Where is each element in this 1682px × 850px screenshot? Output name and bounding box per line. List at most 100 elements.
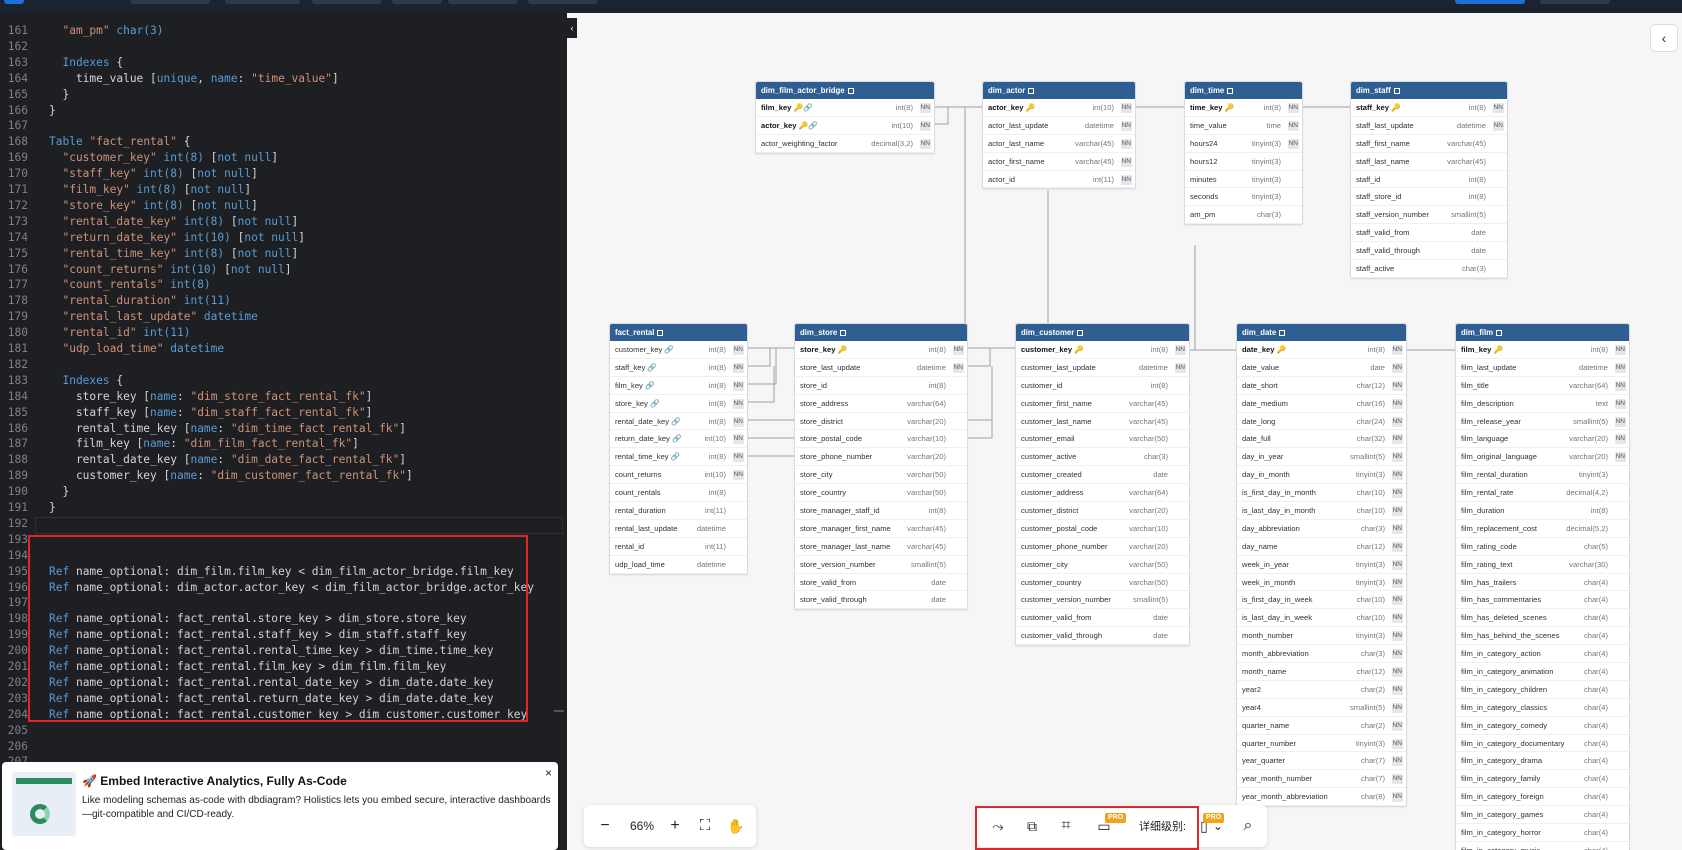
field-row[interactable]: staff_store_id int(8) NN [1351, 188, 1507, 207]
field-row[interactable]: store_valid_from date NN [795, 574, 967, 592]
field-row[interactable]: staff_active char(3) NN [1351, 260, 1507, 278]
field-row[interactable]: year2 char(2) NN [1237, 681, 1406, 699]
field-row[interactable]: is_first_day_in_week char(10) NN [1237, 591, 1406, 610]
field-row[interactable]: date_short char(12) NN [1237, 377, 1406, 395]
table-dim-time[interactable]: dim_time time_key 🔑 int(8) NN time_value time… [1184, 81, 1303, 226]
code-editor[interactable]: 161 "am_pm" char(3) 162 163 Indexes {164 t… [0, 13, 567, 850]
search-icon[interactable]: ⌕ [1237, 816, 1259, 836]
field-row[interactable]: film_in_category_horror char(4) NN [1456, 824, 1629, 842]
field-row[interactable]: quarter_name char(2) NN [1237, 717, 1406, 735]
field-row[interactable]: store_address varchar(64) NN [795, 395, 967, 413]
field-row[interactable]: customer_last_name varchar(45) NN [1016, 413, 1189, 431]
field-row[interactable]: month_name char(12) NN [1237, 663, 1406, 681]
field-row[interactable]: film_description text NN [1456, 395, 1629, 413]
field-row[interactable]: store_version_number smallint(5) NN [795, 556, 967, 574]
field-row[interactable]: actor_first_name varchar(45) NN [983, 153, 1135, 171]
field-row[interactable]: film_in_category_action char(4) NN [1456, 645, 1629, 664]
field-row[interactable]: store_key 🔑 int(8) NN [795, 341, 967, 359]
field-row[interactable]: film_rental_rate decimal(4,2) NN [1456, 484, 1629, 503]
field-row[interactable]: film_in_category_foreign char(4) NN [1456, 788, 1629, 807]
field-row[interactable]: customer_city varchar(50) NN [1016, 556, 1189, 574]
note-icon[interactable] [1279, 330, 1286, 336]
field-row[interactable]: film_in_category_comedy char(4) NN [1456, 717, 1629, 735]
field-row[interactable]: store_postal_code varchar(10) NN [795, 430, 967, 449]
field-row[interactable]: film_title varchar(64) NN [1456, 377, 1629, 395]
note-icon[interactable] [847, 88, 854, 94]
field-row[interactable]: count_rentals int(8) NN [610, 484, 747, 503]
zoom-out-button[interactable]: − [594, 816, 616, 836]
field-row[interactable]: film_replacement_cost decimal(5,2) NN [1456, 520, 1629, 538]
field-row[interactable]: staff_id int(8) NN [1351, 171, 1507, 189]
field-row[interactable]: customer_email varchar(50) NN [1016, 430, 1189, 449]
field-row[interactable]: year_month_number char(7) NN [1237, 770, 1406, 789]
close-icon[interactable]: × [545, 766, 552, 780]
field-row[interactable]: film_has_trailers char(4) NN [1456, 574, 1629, 592]
field-row[interactable]: date_medium char(16) NN [1237, 395, 1406, 413]
table-header[interactable]: dim_film [1456, 324, 1629, 341]
field-row[interactable]: customer_key 🔗 int(8) NN [610, 341, 747, 359]
field-row[interactable]: month_number tinyint(3) NN [1237, 627, 1406, 646]
menu-button-1[interactable] [130, 0, 210, 4]
field-row[interactable]: return_date_key 🔗 int(10) NN [610, 430, 747, 449]
field-row[interactable]: film_in_category_children char(4) NN [1456, 681, 1629, 699]
field-row[interactable]: staff_version_number smallint(5) NN [1351, 206, 1507, 225]
table-header[interactable]: dim_film_actor_bridge [756, 82, 934, 99]
field-row[interactable]: customer_created date NN [1016, 466, 1189, 485]
field-row[interactable]: film_has_commentaries char(4) NN [1456, 591, 1629, 610]
field-row[interactable]: customer_key 🔑 int(8) NN [1016, 341, 1189, 359]
share-button[interactable] [1455, 0, 1525, 4]
table-header[interactable]: dim_date [1237, 324, 1406, 341]
field-row[interactable]: actor_last_update datetime NN [983, 117, 1135, 135]
field-row[interactable]: rental_id int(11) NN [610, 538, 747, 556]
field-row[interactable]: actor_weighting_factor decimal(3,2) NN [756, 135, 934, 153]
field-row[interactable]: staff_last_name varchar(45) NN [1351, 153, 1507, 171]
field-row[interactable]: count_returns int(10) NN [610, 466, 747, 485]
scrollbar-marker[interactable] [554, 710, 564, 712]
account-button[interactable] [1540, 0, 1610, 4]
field-row[interactable]: film_in_category_games char(4) NN [1456, 806, 1629, 825]
promo-banner[interactable]: 🚀 Embed Interactive Analytics, Fully As-… [2, 762, 558, 850]
field-row[interactable]: date_value date NN [1237, 359, 1406, 377]
table-dim-film-actor-bridge[interactable]: dim_film_actor_bridge film_key 🔑🔗 int(8) NN… [755, 81, 935, 154]
field-row[interactable]: customer_postal_code varchar(10) NN [1016, 520, 1189, 538]
field-row[interactable]: film_last_update datetime NN [1456, 359, 1629, 377]
field-row[interactable]: date_full char(32) NN [1237, 430, 1406, 449]
field-row[interactable]: customer_phone_number varchar(20) NN [1016, 538, 1189, 556]
field-row[interactable]: rental_last_update datetime NN [610, 520, 747, 538]
field-row[interactable]: customer_first_name varchar(45) NN [1016, 395, 1189, 413]
collapse-editor-button[interactable]: ‹ [567, 18, 577, 38]
menu-button-6[interactable] [528, 0, 598, 4]
field-row[interactable]: store_valid_through date NN [795, 591, 967, 610]
field-row[interactable]: is_last_day_in_month char(10) NN [1237, 502, 1406, 520]
field-row[interactable]: customer_id int(8) NN [1016, 377, 1189, 395]
table-header[interactable]: dim_staff [1351, 82, 1507, 99]
field-row[interactable]: film_has_deleted_scenes char(4) NN [1456, 609, 1629, 628]
field-row[interactable]: store_id int(8) NN [795, 377, 967, 395]
table-dim-date[interactable]: dim_date date_key 🔑 int(8) NN date_value date… [1236, 323, 1407, 808]
field-row[interactable]: customer_valid_from date NN [1016, 609, 1189, 628]
field-row[interactable]: hours12 tinyint(3) NN [1185, 153, 1302, 171]
menu-button-5[interactable] [448, 0, 518, 4]
field-row[interactable]: store_last_update datetime NN [795, 359, 967, 377]
field-row[interactable]: film_in_category_classics char(4) NN [1456, 699, 1629, 717]
field-row[interactable]: udp_load_time datetime NN [610, 556, 747, 574]
field-row[interactable]: time_key 🔑 int(8) NN [1185, 99, 1302, 117]
field-row[interactable]: date_long char(24) NN [1237, 413, 1406, 431]
field-row[interactable]: store_country varchar(50) NN [795, 484, 967, 503]
field-row[interactable]: store_city varchar(50) NN [795, 466, 967, 485]
field-row[interactable]: staff_key 🔑 int(8) NN [1351, 99, 1507, 117]
menu-button-3[interactable] [312, 0, 382, 4]
field-row[interactable]: week_in_year tinyint(3) NN [1237, 556, 1406, 574]
field-row[interactable]: film_rating_text varchar(30) NN [1456, 556, 1629, 574]
field-row[interactable]: film_in_category_drama char(4) NN [1456, 752, 1629, 771]
field-row[interactable]: hours24 tinyint(3) NN [1185, 135, 1302, 153]
field-row[interactable]: customer_version_number smallint(5) NN [1016, 591, 1189, 610]
table-fact-rental[interactable]: fact_rental customer_key 🔗 int(8) NN staff_k… [609, 323, 748, 575]
field-row[interactable]: store_phone_number varchar(20) NN [795, 448, 967, 467]
table-header[interactable]: dim_time [1185, 82, 1302, 99]
field-row[interactable]: day_name char(12) NN [1237, 538, 1406, 556]
field-row[interactable]: rental_duration int(11) NN [610, 502, 747, 520]
field-row[interactable]: staff_last_update datetime NN [1351, 117, 1507, 135]
field-row[interactable]: actor_id int(11) NN [983, 171, 1135, 189]
field-row[interactable]: day_in_year smallint(5) NN [1237, 448, 1406, 467]
